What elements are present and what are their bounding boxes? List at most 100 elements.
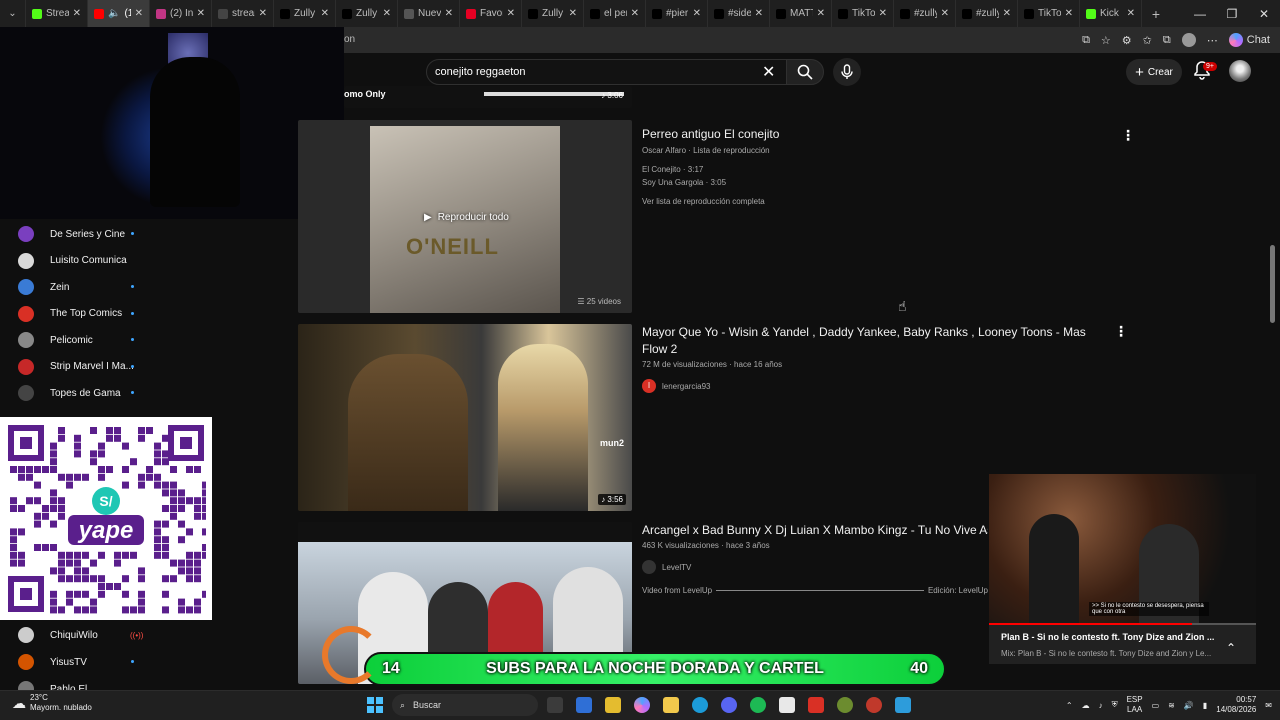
tab-close-icon[interactable]: ✕ — [383, 8, 391, 19]
more-options-icon[interactable]: ⋮ — [1121, 127, 1135, 144]
tab-close-icon[interactable]: ✕ — [693, 8, 701, 19]
taskbar-search[interactable]: ⌕ Buscar — [392, 694, 538, 716]
playlist-track[interactable]: Soy Una Gargola · 3:05 — [642, 178, 726, 187]
tab-close-icon[interactable]: ✕ — [879, 8, 887, 19]
search-input[interactable]: conejito reggaeton — [426, 59, 788, 85]
partial-thumbnail[interactable]: omo Only ♪ 3:06 — [344, 86, 632, 108]
app-icon[interactable] — [866, 697, 882, 713]
clear-search-icon[interactable]: ✕ — [762, 62, 775, 82]
browser-tab[interactable]: #zully ✕ — [894, 0, 956, 27]
channel-link[interactable]: l lenergarcia93 — [642, 379, 710, 393]
tray-expand-icon[interactable]: ⌃ — [1066, 701, 1073, 710]
install-app-icon[interactable]: ⧉ — [1082, 34, 1090, 47]
tab-audio-icon[interactable]: 🔈 — [108, 8, 120, 19]
security-icon[interactable]: ⛨ — [1112, 700, 1118, 710]
result-title[interactable]: Perreo antiguo El conejito — [642, 126, 779, 143]
sidebar-subscription-item[interactable]: ChiquiWilo ((•)) — [18, 622, 278, 648]
display-icon[interactable]: ▭ — [1152, 701, 1160, 710]
browser-tab[interactable]: #zully ✕ — [956, 0, 1018, 27]
channel-name[interactable]: Oscar Alfaro — [642, 146, 686, 155]
sidebar-subscription-item[interactable]: Luisito Comunica — [18, 248, 278, 274]
tab-close-icon[interactable]: ✕ — [1065, 8, 1073, 19]
extension-icon[interactable]: ⚙ — [1122, 34, 1132, 47]
browser-tab[interactable]: Zully ✕ — [274, 0, 336, 27]
input-language[interactable]: ESP LAA — [1127, 695, 1143, 715]
tab-close-icon[interactable]: ✕ — [941, 8, 949, 19]
sidebar-subscription-item[interactable]: The Top Comics — [18, 301, 278, 327]
browser-tab[interactable]: TikTo ✕ — [832, 0, 894, 27]
more-icon[interactable]: ⋯ — [1207, 34, 1218, 47]
tab-close-icon[interactable]: ✕ — [135, 8, 143, 19]
playlist-track[interactable]: El Conejito · 3:17 — [642, 165, 703, 174]
voice-search-button[interactable] — [833, 58, 861, 86]
bookmark-star-icon[interactable]: ☆ — [1101, 34, 1111, 47]
create-button[interactable]: + Crear — [1126, 59, 1182, 85]
battery-icon[interactable]: ▮ — [1203, 701, 1207, 710]
browser-tab[interactable]: (2) Inst ✕ — [150, 0, 212, 27]
sidebar-subscription-item[interactable]: De Series y Cine — [18, 221, 278, 247]
close-window-icon[interactable]: ✕ — [1248, 7, 1280, 21]
minimize-icon[interactable]: — — [1184, 7, 1216, 21]
channel-link[interactable]: LevelTV — [642, 560, 691, 574]
tab-close-icon[interactable]: ✕ — [259, 8, 267, 19]
volume-icon[interactable]: 🔊 — [1184, 701, 1194, 710]
result-title[interactable]: Mayor Que Yo - Wisin & Yandel , Daddy Ya… — [642, 324, 1107, 358]
mini-player-title[interactable]: Plan B - Si no le contesto ft. Tony Dize… — [1001, 632, 1216, 642]
tab-close-icon[interactable]: ✕ — [631, 8, 639, 19]
mini-player-video[interactable]: >> Si no le contesto se desespera, piens… — [989, 474, 1256, 624]
video-thumbnail[interactable]: mun2 ♪ 3:56 — [298, 324, 632, 511]
play-all-button[interactable]: ▶ Reproducir todo — [424, 212, 509, 223]
account-avatar[interactable] — [1229, 60, 1251, 82]
browser-tab[interactable]: el per ✕ — [584, 0, 646, 27]
discord-icon[interactable] — [721, 697, 737, 713]
page-scrollbar[interactable] — [1270, 245, 1275, 323]
network-icon[interactable]: ≋ — [1168, 701, 1175, 710]
sidebar-subscription-item[interactable]: Strip Marvel I Ma... — [18, 354, 278, 380]
browser-tab[interactable]: stream ✕ — [212, 0, 274, 27]
collections-icon[interactable]: ⧉ — [1163, 34, 1171, 47]
sidebar-subscription-item[interactable]: Pelicomic — [18, 327, 278, 353]
expand-chevron-icon[interactable]: ⌃ — [1226, 641, 1236, 655]
mini-player-progress[interactable] — [989, 623, 1256, 625]
browser-tab[interactable]: MATT ✕ — [770, 0, 832, 27]
task-view-icon[interactable] — [547, 697, 563, 713]
tab-close-icon[interactable]: ✕ — [817, 8, 825, 19]
photos-icon[interactable] — [605, 697, 621, 713]
playlist-thumbnail[interactable]: O'NEILL ▶ Reproducir todo ☰ 25 videos — [298, 120, 632, 313]
url-text[interactable]: on — [344, 34, 355, 45]
browser-tab[interactable]: 🔈 (1 ✕ — [88, 0, 150, 27]
result-title[interactable]: Arcangel x Bad Bunny X Dj Luian X Mambo … — [642, 522, 988, 539]
favorites-icon[interactable]: ✩ — [1143, 34, 1152, 47]
browser-tab[interactable]: #pier ✕ — [646, 0, 708, 27]
browser-tab[interactable]: #sider ✕ — [708, 0, 770, 27]
sidebar-subscription-item[interactable]: YisusTV — [18, 649, 278, 675]
notification-center-icon[interactable]: ✉ — [1265, 701, 1272, 710]
more-options-icon[interactable]: ⋮ — [1114, 323, 1128, 340]
tab-close-icon[interactable]: ✕ — [445, 8, 453, 19]
file-explorer-icon[interactable] — [663, 697, 679, 713]
sidebar-subscription-item[interactable]: Topes de Gama — [18, 380, 278, 406]
tab-close-icon[interactable]: ✕ — [569, 8, 577, 19]
cloud-sync-icon[interactable]: ☁ — [1082, 701, 1090, 710]
tab-close-icon[interactable]: ✕ — [507, 8, 515, 19]
tab-close-icon[interactable]: ✕ — [321, 8, 329, 19]
spotify-icon[interactable] — [750, 697, 766, 713]
search-button[interactable] — [786, 59, 824, 85]
tab-close-icon[interactable]: ✕ — [197, 8, 205, 19]
tab-close-icon[interactable]: ✕ — [755, 8, 763, 19]
start-button[interactable] — [367, 697, 383, 713]
app-icon[interactable] — [808, 697, 824, 713]
notepad-icon[interactable] — [576, 697, 592, 713]
tab-close-icon[interactable]: ✕ — [1127, 8, 1135, 19]
app-icon[interactable] — [895, 697, 911, 713]
edge-icon[interactable] — [692, 697, 708, 713]
weather-widget[interactable]: ☁ 23°C Mayorm. nublado — [12, 693, 92, 713]
tab-list-button[interactable]: ⌄ — [0, 0, 26, 27]
browser-tab[interactable]: Favori ✕ — [460, 0, 522, 27]
browser-tab[interactable]: TikTol ✕ — [1018, 0, 1080, 27]
copilot-chat-button[interactable]: Chat — [1228, 33, 1270, 47]
tab-close-icon[interactable]: ✕ — [1003, 8, 1011, 19]
copilot-icon[interactable] — [634, 697, 650, 713]
view-full-playlist-link[interactable]: Ver lista de reproducción completa — [642, 197, 765, 206]
browser-tab[interactable]: Zully ✕ — [336, 0, 398, 27]
